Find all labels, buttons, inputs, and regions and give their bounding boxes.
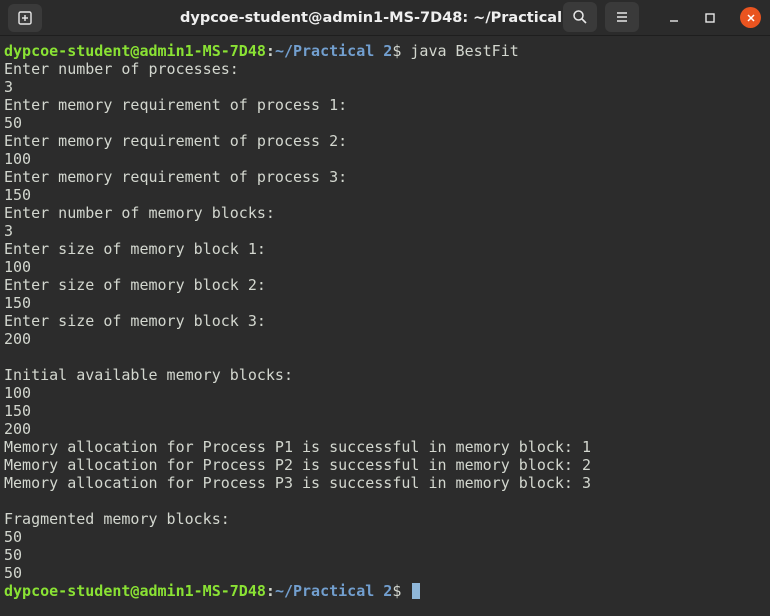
output-line: 50 bbox=[4, 528, 23, 546]
output-line: 200 bbox=[4, 420, 32, 438]
output-line: Enter number of memory blocks: bbox=[4, 204, 275, 222]
output-line: Enter memory requirement of process 1: bbox=[4, 96, 348, 114]
output-line: 3 bbox=[4, 78, 14, 96]
terminal-output[interactable]: dypcoe-student@admin1-MS-7D48:~/Practica… bbox=[0, 42, 770, 616]
prompt-separator: : bbox=[265, 582, 275, 600]
close-icon bbox=[746, 13, 755, 22]
prompt-symbol: $ bbox=[392, 582, 402, 600]
command-text: java BestFit bbox=[410, 42, 519, 60]
output-line: Enter size of memory block 3: bbox=[4, 312, 266, 330]
new-tab-button[interactable] bbox=[8, 4, 42, 32]
output-line: 200 bbox=[4, 330, 32, 348]
output-line: Enter size of memory block 1: bbox=[4, 240, 266, 258]
hamburger-menu-icon bbox=[617, 12, 627, 22]
new-tab-icon bbox=[18, 11, 32, 25]
prompt-user-host: dypcoe-student@admin1-MS-7D48 bbox=[4, 42, 266, 60]
output-line: Enter number of processes: bbox=[4, 60, 239, 78]
prompt-separator: : bbox=[265, 42, 275, 60]
search-icon bbox=[573, 10, 587, 24]
menu-button[interactable] bbox=[605, 2, 639, 32]
minimize-button[interactable] bbox=[660, 4, 688, 32]
output-line: Initial available memory blocks: bbox=[4, 366, 293, 384]
program-output: Enter number of processes: 3 Enter memory … bbox=[4, 60, 770, 582]
output-line: 100 bbox=[4, 384, 32, 402]
output-line: 100 bbox=[4, 258, 32, 276]
output-line: Memory allocation for Process P2 is succ… bbox=[4, 456, 591, 474]
output-line: 3 bbox=[4, 222, 14, 240]
output-line: Enter memory requirement of process 2: bbox=[4, 132, 348, 150]
prompt-path: ~/Practical 2 bbox=[274, 42, 393, 60]
current-prompt-line[interactable]: dypcoe-student@admin1-MS-7D48:~/Practica… bbox=[4, 582, 770, 600]
maximize-button[interactable] bbox=[696, 4, 724, 32]
text-cursor bbox=[412, 583, 421, 599]
output-line: 100 bbox=[4, 150, 32, 168]
output-line: 50 bbox=[4, 564, 23, 582]
title-bar: dypcoe-student@admin1-MS-7D48: ~/Practic… bbox=[0, 0, 770, 36]
output-line: 150 bbox=[4, 402, 32, 420]
output-line: Fragmented memory blocks: bbox=[4, 510, 230, 528]
prompt-user-host: dypcoe-student@admin1-MS-7D48 bbox=[4, 582, 266, 600]
output-line: 50 bbox=[4, 114, 23, 132]
window-title: dypcoe-student@admin1-MS-7D48: ~/Practic… bbox=[180, 10, 578, 26]
output-line: 150 bbox=[4, 186, 32, 204]
command-line: dypcoe-student@admin1-MS-7D48:~/Practica… bbox=[4, 42, 770, 60]
terminal-window: dypcoe-student@admin1-MS-7D48: ~/Practic… bbox=[0, 0, 770, 616]
output-line: Memory allocation for Process P3 is succ… bbox=[4, 474, 591, 492]
search-button[interactable] bbox=[563, 2, 597, 32]
output-line: Enter size of memory block 2: bbox=[4, 276, 266, 294]
minimize-icon bbox=[670, 20, 678, 22]
maximize-icon bbox=[705, 13, 715, 23]
output-line: Enter memory requirement of process 3: bbox=[4, 168, 348, 186]
output-line: Memory allocation for Process P1 is succ… bbox=[4, 438, 591, 456]
prompt-symbol: $ bbox=[392, 42, 402, 60]
output-line: 150 bbox=[4, 294, 32, 312]
prompt-path: ~/Practical 2 bbox=[274, 582, 393, 600]
close-button[interactable] bbox=[740, 7, 761, 28]
output-line: 50 bbox=[4, 546, 23, 564]
